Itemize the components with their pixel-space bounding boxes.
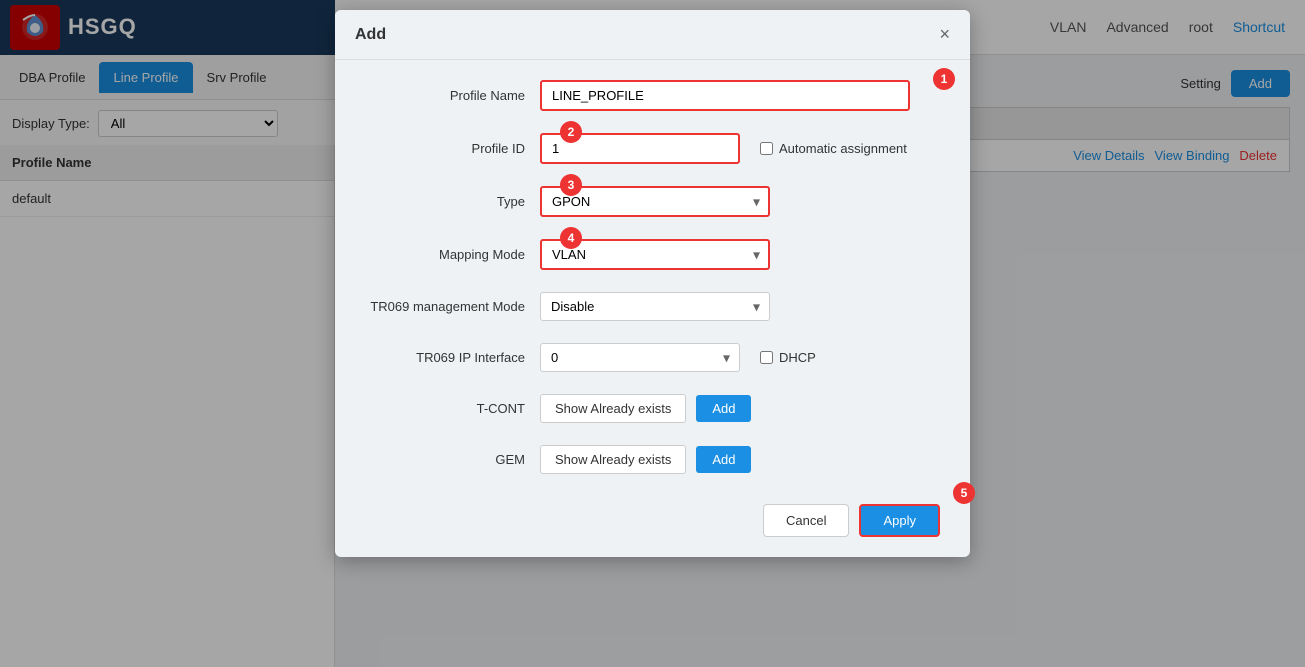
step-badge-1: 1 bbox=[933, 68, 955, 90]
step-badge-4: 4 bbox=[560, 227, 582, 249]
dhcp-checkbox[interactable] bbox=[760, 351, 773, 364]
tr069-mode-label: TR069 management Mode bbox=[365, 299, 540, 314]
add-modal: Add × Profile Name 1 Profile ID Automati… bbox=[335, 10, 970, 557]
gem-row: GEM Show Already exists Add bbox=[365, 445, 940, 474]
mapping-mode-label: Mapping Mode bbox=[365, 247, 540, 262]
tr069-ip-label: TR069 IP Interface bbox=[365, 350, 540, 365]
dhcp-group: DHCP bbox=[760, 350, 816, 365]
step-badge-5: 5 bbox=[953, 482, 975, 504]
tcont-group: Show Already exists Add bbox=[540, 394, 940, 423]
modal-body: Profile Name 1 Profile ID Automatic assi… bbox=[335, 60, 970, 494]
tcont-show-button[interactable]: Show Already exists bbox=[540, 394, 686, 423]
profile-name-row: Profile Name 1 bbox=[365, 80, 940, 111]
gem-label: GEM bbox=[365, 452, 540, 467]
tr069-mode-row: TR069 management Mode Disable Enable bbox=[365, 292, 940, 321]
profile-id-row: Profile ID Automatic assignment 2 bbox=[365, 133, 940, 164]
modal-close-button[interactable]: × bbox=[939, 24, 950, 45]
gem-show-button[interactable]: Show Already exists bbox=[540, 445, 686, 474]
tr069-ip-group: 0 DHCP bbox=[540, 343, 940, 372]
tr069-ip-row: TR069 IP Interface 0 DHCP bbox=[365, 343, 940, 372]
type-row: Type GPON EPON 10G-EPON 3 bbox=[365, 186, 940, 217]
tr069-mode-select[interactable]: Disable Enable bbox=[540, 292, 770, 321]
tr069-ip-select[interactable]: 0 bbox=[540, 343, 740, 372]
modal-title: Add bbox=[355, 26, 386, 44]
tcont-add-button[interactable]: Add bbox=[696, 395, 751, 422]
profile-name-input[interactable] bbox=[540, 80, 910, 111]
profile-id-group: Automatic assignment bbox=[540, 133, 940, 164]
auto-assign-checkbox[interactable] bbox=[760, 142, 773, 155]
tcont-row: T-CONT Show Already exists Add bbox=[365, 394, 940, 423]
cancel-button[interactable]: Cancel bbox=[763, 504, 849, 537]
gem-group: Show Already exists Add bbox=[540, 445, 940, 474]
modal-footer: Cancel Apply 5 bbox=[335, 494, 970, 537]
gem-add-button[interactable]: Add bbox=[696, 446, 751, 473]
modal-header: Add × bbox=[335, 10, 970, 60]
type-label: Type bbox=[365, 194, 540, 209]
profile-name-label: Profile Name bbox=[365, 88, 540, 103]
step-badge-2: 2 bbox=[560, 121, 582, 143]
profile-id-label: Profile ID bbox=[365, 141, 540, 156]
dhcp-label[interactable]: DHCP bbox=[779, 350, 816, 365]
apply-button[interactable]: Apply bbox=[859, 504, 940, 537]
mapping-mode-row: Mapping Mode VLAN GEM Port 4 bbox=[365, 239, 940, 270]
tcont-label: T-CONT bbox=[365, 401, 540, 416]
auto-assign-label[interactable]: Automatic assignment bbox=[779, 141, 907, 156]
step-badge-3: 3 bbox=[560, 174, 582, 196]
auto-assign-group: Automatic assignment bbox=[760, 141, 907, 156]
